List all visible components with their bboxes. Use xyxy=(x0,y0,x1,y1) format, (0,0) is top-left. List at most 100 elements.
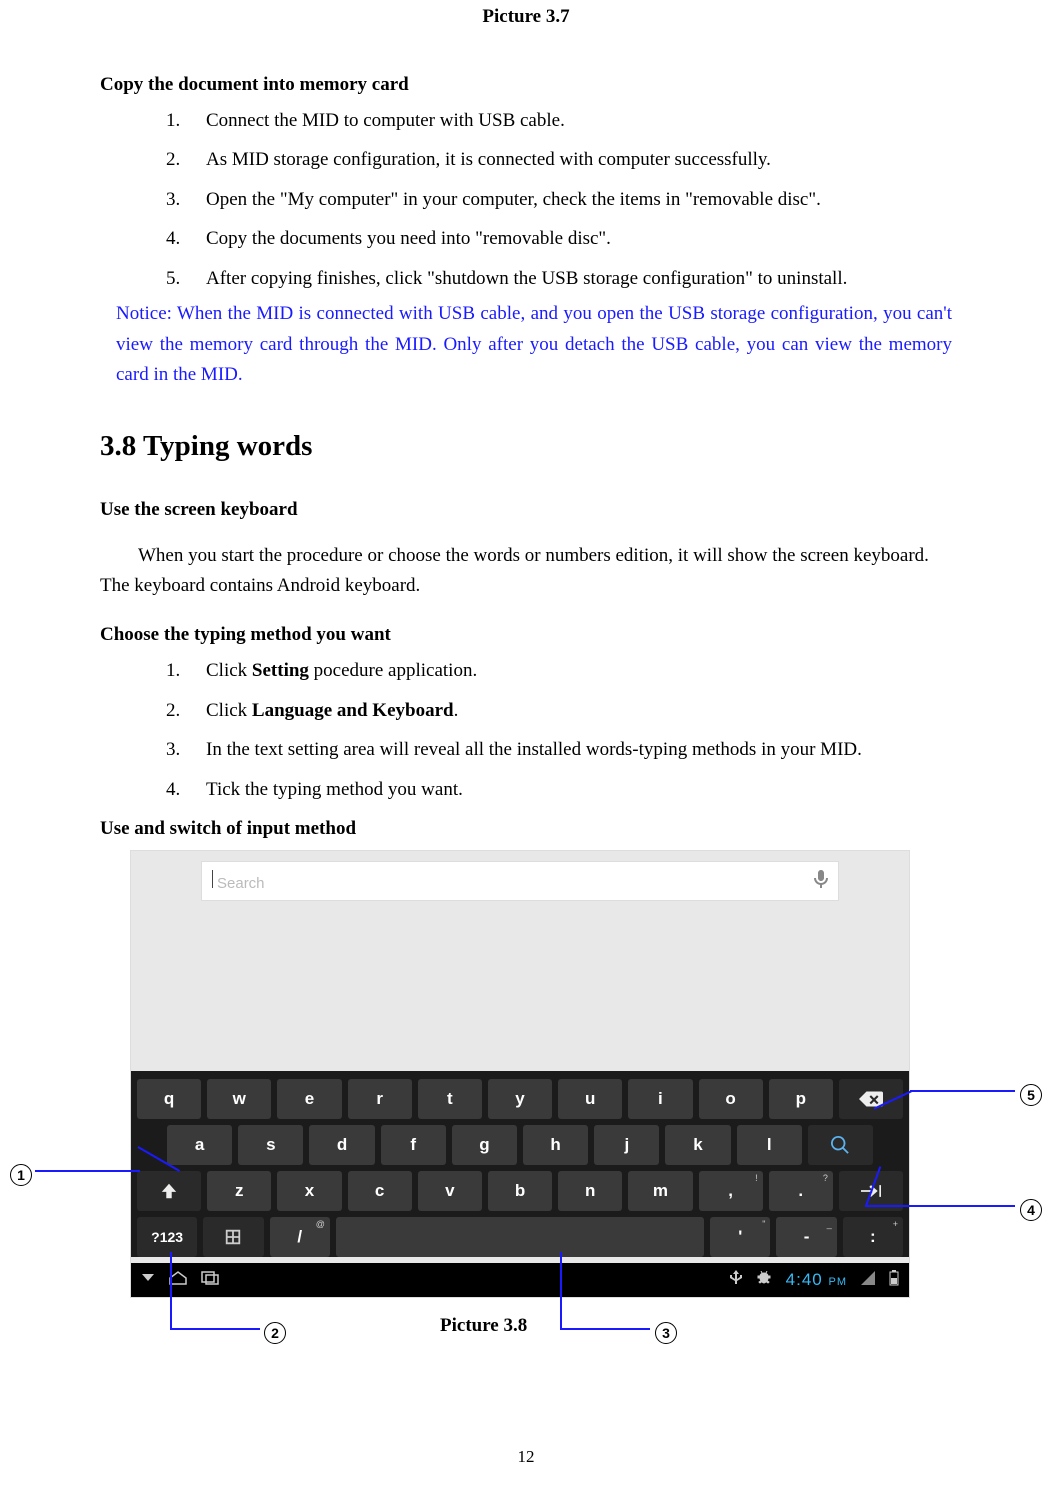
list-text: Open the "My computer" in your computer,… xyxy=(206,185,821,214)
key-r[interactable]: r xyxy=(348,1079,412,1119)
callout-line-3h xyxy=(560,1328,650,1330)
content-area xyxy=(131,901,909,1071)
recents-icon[interactable] xyxy=(201,1271,219,1288)
choose-steps-list: 1. Click Setting pocedure application. 2… xyxy=(100,656,952,804)
list-number: 4. xyxy=(166,775,186,804)
choose-heading: Choose the typing method you want xyxy=(100,624,952,646)
list-item: 4. Copy the documents you need into "remo… xyxy=(166,224,952,253)
list-text: After copying finishes, click "shutdown … xyxy=(206,264,847,293)
list-text: Copy the documents you need into "remova… xyxy=(206,224,611,253)
callout-line-2v xyxy=(170,1252,172,1330)
key-dash[interactable]: -_ xyxy=(776,1217,836,1257)
globe-icon xyxy=(224,1228,242,1246)
key-slash[interactable]: /@ xyxy=(270,1217,330,1257)
use-keyboard-heading: Use the screen keyboard xyxy=(100,499,952,521)
key-b[interactable]: b xyxy=(488,1171,552,1211)
key-colon[interactable]: :+ xyxy=(843,1217,903,1257)
list-text: Click Setting pocedure application. xyxy=(206,656,477,685)
callout-1: 1 xyxy=(10,1160,32,1186)
key-f[interactable]: f xyxy=(381,1125,446,1165)
search-bar[interactable]: Search xyxy=(201,861,839,901)
android-screenshot: Search q w e r t y u i o p xyxy=(130,850,910,1298)
list-number: 3. xyxy=(166,735,186,764)
key-w[interactable]: w xyxy=(207,1079,271,1119)
key-e[interactable]: e xyxy=(277,1079,341,1119)
microphone-icon[interactable] xyxy=(814,870,828,892)
list-item: 2. As MID storage configuration, it is co… xyxy=(166,145,952,174)
list-item: 5. After copying finishes, click "shutdow… xyxy=(166,264,952,293)
key-m[interactable]: m xyxy=(628,1171,692,1211)
list-number: 3. xyxy=(166,185,186,214)
callout-5: 5 xyxy=(1020,1080,1042,1106)
key-q[interactable]: q xyxy=(137,1079,201,1119)
key-numeric-toggle[interactable]: ?123 xyxy=(137,1217,197,1257)
search-placeholder: Search xyxy=(212,870,265,892)
key-comma[interactable]: ,! xyxy=(699,1171,763,1211)
list-number: 4. xyxy=(166,224,186,253)
key-o[interactable]: o xyxy=(699,1079,763,1119)
key-k[interactable]: k xyxy=(665,1125,730,1165)
callout-4: 4 xyxy=(1020,1195,1042,1221)
list-item: 2. Click Language and Keyboard. xyxy=(166,696,952,725)
list-text: Click Language and Keyboard. xyxy=(206,696,458,725)
key-y[interactable]: y xyxy=(488,1079,552,1119)
key-period[interactable]: .? xyxy=(769,1171,833,1211)
key-language-switch[interactable] xyxy=(203,1217,263,1257)
section-heading: 3.8 Typing words xyxy=(100,430,952,463)
battery-icon xyxy=(889,1270,899,1289)
key-u[interactable]: u xyxy=(558,1079,622,1119)
key-apostrophe[interactable]: '" xyxy=(710,1217,770,1257)
collapse-icon[interactable] xyxy=(141,1271,155,1288)
key-s[interactable]: s xyxy=(238,1125,303,1165)
key-x[interactable]: x xyxy=(277,1171,341,1211)
key-search[interactable] xyxy=(808,1125,873,1165)
notice-text: Notice: When the MID is connected with U… xyxy=(100,299,952,390)
key-p[interactable]: p xyxy=(769,1079,833,1119)
key-a[interactable]: a xyxy=(167,1125,232,1165)
status-bar: 4:40 PM xyxy=(131,1263,909,1297)
list-number: 1. xyxy=(166,106,186,135)
key-l[interactable]: l xyxy=(737,1125,802,1165)
copy-heading: Copy the document into memory card xyxy=(100,74,952,96)
key-h[interactable]: h xyxy=(523,1125,588,1165)
key-d[interactable]: d xyxy=(309,1125,374,1165)
figure-wrapper: Search q w e r t y u i o p xyxy=(100,850,952,1298)
list-text: As MID storage configuration, it is conn… xyxy=(206,145,771,174)
key-j[interactable]: j xyxy=(594,1125,659,1165)
list-number: 5. xyxy=(166,264,186,293)
callout-line-1h xyxy=(35,1170,140,1172)
clock-time: 4:40 PM xyxy=(786,1270,847,1290)
page-number: 12 xyxy=(0,1447,1052,1467)
key-shift[interactable] xyxy=(137,1171,201,1211)
switch-heading: Use and switch of input method xyxy=(100,818,952,840)
list-number: 2. xyxy=(166,696,186,725)
callout-line-5h xyxy=(910,1090,1015,1092)
callout-2: 2 xyxy=(264,1318,286,1344)
key-v[interactable]: v xyxy=(418,1171,482,1211)
key-t[interactable]: t xyxy=(418,1079,482,1119)
key-spacebar[interactable] xyxy=(336,1217,704,1257)
signal-icon xyxy=(861,1271,875,1288)
list-number: 2. xyxy=(166,145,186,174)
key-i[interactable]: i xyxy=(628,1079,692,1119)
callout-3: 3 xyxy=(655,1318,677,1344)
list-item: 4. Tick the typing method you want. xyxy=(166,775,952,804)
key-c[interactable]: c xyxy=(348,1171,412,1211)
list-text: Tick the typing method you want. xyxy=(206,775,463,804)
list-item: 1.Connect the MID to computer with USB c… xyxy=(166,106,952,135)
key-z[interactable]: z xyxy=(207,1171,271,1211)
search-icon xyxy=(831,1136,849,1154)
list-item: 3. Open the "My computer" in your compute… xyxy=(166,185,952,214)
key-n[interactable]: n xyxy=(558,1171,622,1211)
caption-bottom: Picture 3.8 xyxy=(440,1315,527,1337)
use-keyboard-body: When you start the procedure or choose t… xyxy=(100,541,952,600)
shift-icon xyxy=(160,1182,178,1200)
callout-line-3v xyxy=(560,1252,562,1330)
list-text: In the text setting area will reveal all… xyxy=(206,735,862,764)
list-item: 1. Click Setting pocedure application. xyxy=(166,656,952,685)
callout-line-2h xyxy=(170,1328,260,1330)
key-g[interactable]: g xyxy=(452,1125,517,1165)
caption-top: Picture 3.7 xyxy=(100,0,952,28)
list-item: 3. In the text setting area will reveal a… xyxy=(166,735,952,764)
usb-icon xyxy=(730,1270,742,1289)
